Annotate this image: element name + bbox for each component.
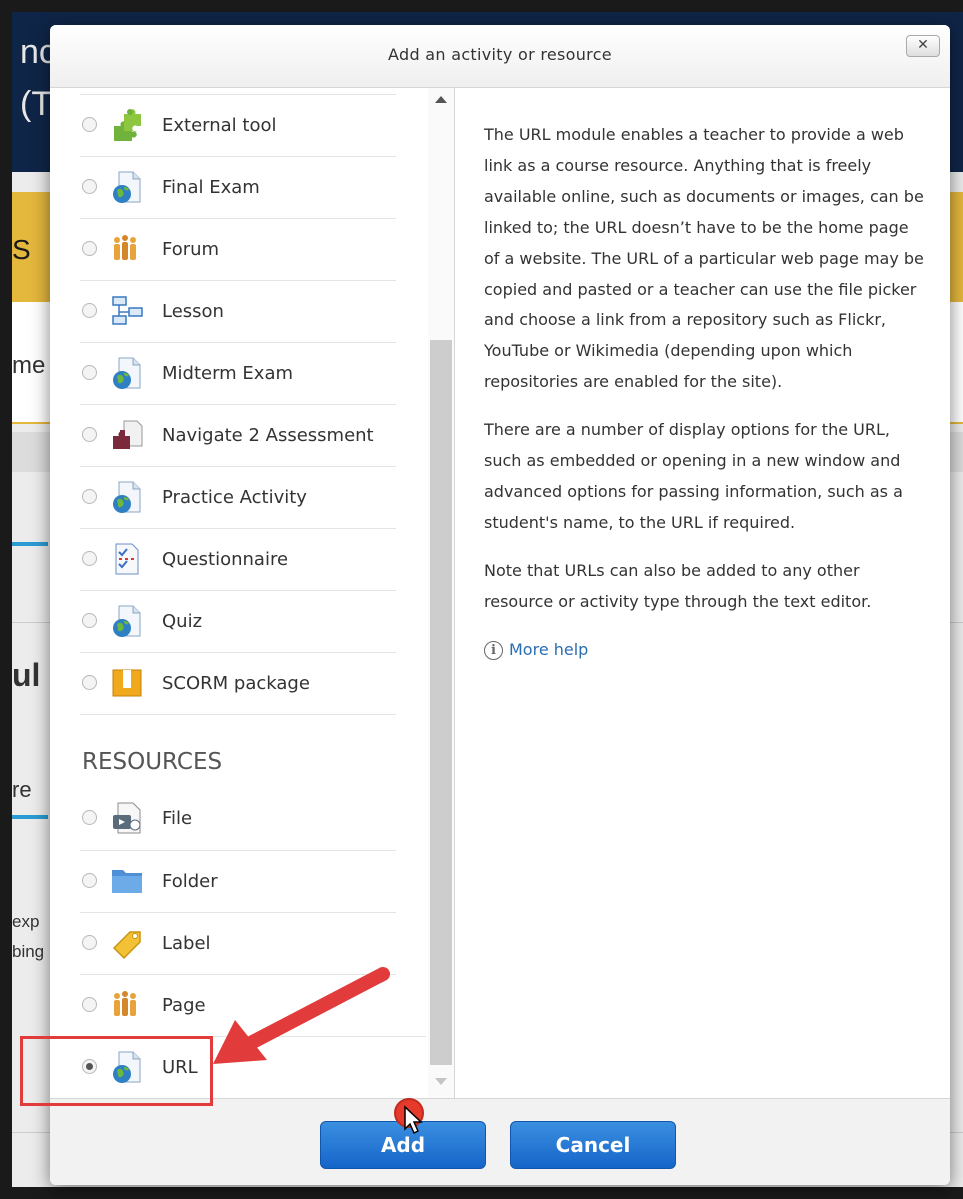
module-option-final-exam[interactable]: Final Exam <box>80 156 396 218</box>
background-accent-line <box>12 815 48 819</box>
module-option-label: Quiz <box>162 611 203 632</box>
module-option-lesson[interactable]: Lesson <box>80 280 396 342</box>
module-option-label: Page <box>162 995 206 1016</box>
background-fragment: me <box>12 352 46 379</box>
module-option-scorm-package[interactable]: SCORM package <box>80 652 396 714</box>
add-activity-dialog: Add an activity or resource ✕ External t… <box>50 25 950 1185</box>
module-option-label: Questionnaire <box>162 549 289 570</box>
close-icon: ✕ <box>917 37 929 53</box>
module-option-file[interactable]: File <box>80 788 396 849</box>
scroll-up-arrow-icon[interactable] <box>435 96 447 103</box>
module-option-label: Practice Activity <box>162 487 307 508</box>
dialog-header: Add an activity or resource ✕ <box>50 25 950 88</box>
module-option-label[interactable]: Label <box>80 912 396 974</box>
module-option-label: Final Exam <box>162 177 260 198</box>
radio-button[interactable] <box>82 873 97 888</box>
more-help-link[interactable]: i More help <box>484 635 924 666</box>
questionnaire-checklist-icon <box>115 543 139 575</box>
info-icon: i <box>484 640 503 660</box>
radio-button[interactable] <box>82 427 97 442</box>
background-banner-text: S <box>12 234 31 265</box>
radio-button[interactable] <box>82 675 97 690</box>
dialog-title: Add an activity or resource <box>388 45 612 64</box>
forum-people-icon <box>114 235 136 260</box>
radio-button[interactable] <box>82 179 97 194</box>
list-divider <box>80 714 396 715</box>
radio-button[interactable] <box>82 117 97 132</box>
globe-page-icon <box>113 171 141 203</box>
module-option-label: File <box>162 808 193 829</box>
list-scrollbar[interactable] <box>428 88 454 1098</box>
help-paragraph: The URL module enables a teacher to prov… <box>484 125 924 392</box>
more-help-label: More help <box>509 639 589 659</box>
module-option-label: External tool <box>162 115 277 136</box>
background-fragment: re <box>12 777 32 802</box>
module-option-label: Lesson <box>162 301 224 322</box>
module-option-forum[interactable]: Forum <box>80 218 396 280</box>
assessment-puzzle-icon <box>113 420 143 449</box>
module-option-label: SCORM package <box>162 673 310 694</box>
module-help-text: The URL module enables a teacher to prov… <box>484 120 924 666</box>
module-option-practice-activity[interactable]: Practice Activity <box>80 466 396 528</box>
background-fragment: ul <box>12 657 41 693</box>
page-people-icon <box>114 991 136 1016</box>
module-option-navigate-2-assessment[interactable]: Navigate 2 Assessment <box>80 404 396 466</box>
module-option-external-tool[interactable]: External tool <box>80 94 396 156</box>
radio-button[interactable] <box>82 997 97 1012</box>
close-button[interactable]: ✕ <box>906 35 940 57</box>
scroll-down-arrow-icon[interactable] <box>435 1078 447 1085</box>
mouse-pointer-icon <box>404 1105 423 1135</box>
module-option-questionnaire[interactable]: Questionnaire <box>80 528 396 590</box>
module-option-midterm-exam[interactable]: Midterm Exam <box>80 342 396 404</box>
radio-button[interactable] <box>82 241 97 256</box>
module-option-page[interactable]: Page <box>80 974 396 1036</box>
radio-button[interactable] <box>82 365 97 380</box>
radio-button-selected[interactable] <box>82 1059 97 1074</box>
module-option-folder[interactable]: Folder <box>80 850 396 912</box>
module-list: External tool Final Exam Forum Lesson Mi… <box>50 88 454 1098</box>
module-option-label: Navigate 2 Assessment <box>162 425 374 446</box>
lesson-flowchart-icon <box>112 296 143 325</box>
module-option-label-text: Label <box>162 933 211 954</box>
module-option-quiz[interactable]: Quiz <box>80 590 396 652</box>
module-option-label: URL <box>162 1057 198 1078</box>
module-option-label: Folder <box>162 871 218 892</box>
external-tool-puzzle-icon <box>114 109 141 141</box>
file-media-icon <box>113 802 141 834</box>
radio-button[interactable] <box>82 551 97 566</box>
globe-page-icon <box>113 1051 141 1083</box>
help-paragraph: Note that URLs can also be added to any … <box>484 560 872 611</box>
globe-page-icon <box>113 357 141 389</box>
folder-icon <box>112 870 142 893</box>
module-option-url[interactable]: URL <box>50 1036 426 1098</box>
scrollbar-thumb[interactable] <box>430 340 452 1065</box>
globe-page-icon <box>113 605 141 637</box>
radio-button[interactable] <box>82 303 97 318</box>
module-option-label: Forum <box>162 239 220 260</box>
globe-page-icon <box>113 481 141 513</box>
pane-divider <box>454 88 455 1098</box>
background-fragment: exp <box>12 912 40 931</box>
cancel-button[interactable]: Cancel <box>510 1121 676 1169</box>
radio-button[interactable] <box>82 810 97 825</box>
label-tag-icon <box>112 931 141 960</box>
help-paragraph: There are a number of display options fo… <box>484 420 903 532</box>
radio-button[interactable] <box>82 489 97 504</box>
radio-button[interactable] <box>82 935 97 950</box>
background-accent-line <box>12 542 48 546</box>
resources-heading: RESOURCES <box>82 749 223 775</box>
module-option-label: Midterm Exam <box>162 363 294 384</box>
scorm-box-icon <box>112 669 142 697</box>
background-fragment: bing <box>12 942 45 961</box>
dialog-footer: Add Cancel <box>50 1098 950 1185</box>
radio-button[interactable] <box>82 613 97 628</box>
